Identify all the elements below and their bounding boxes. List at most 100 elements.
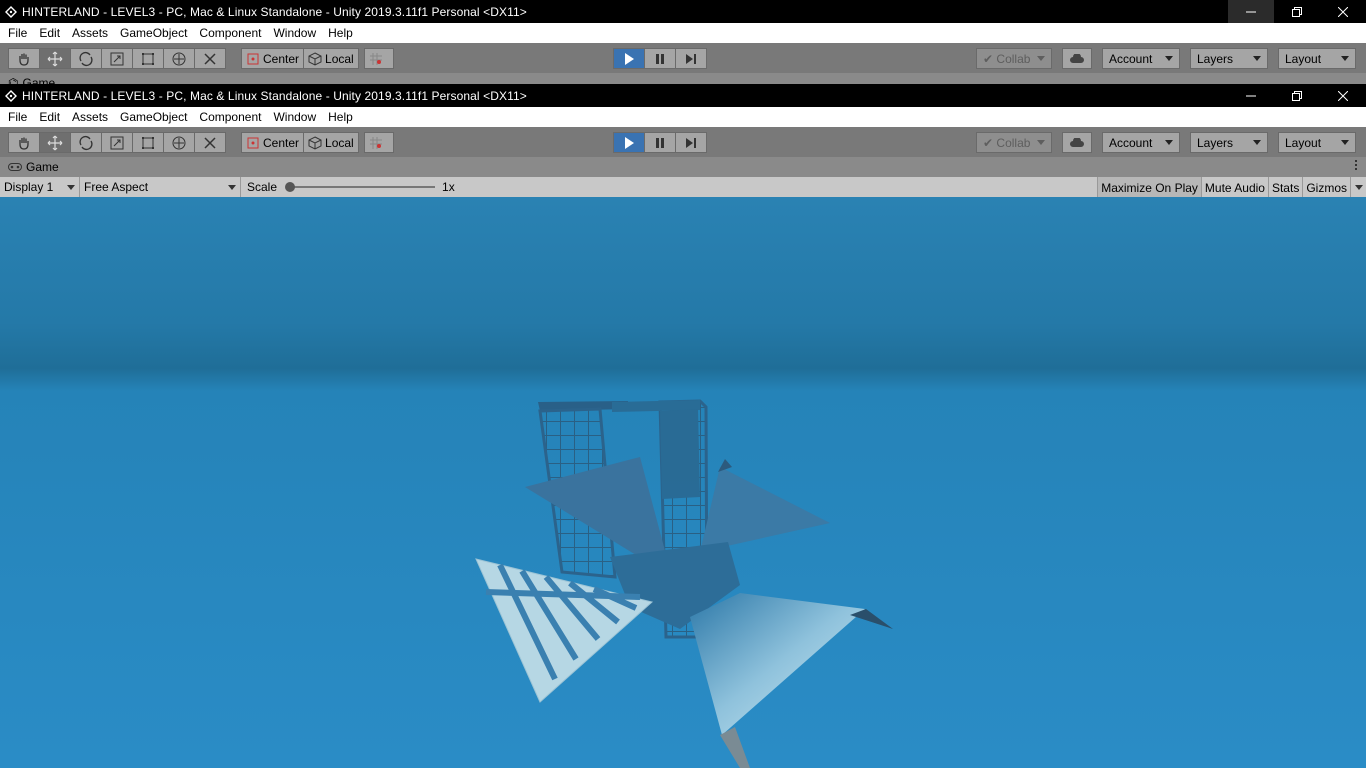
layers-label: Layers: [1197, 51, 1234, 66]
hand-tool-button[interactable]: [8, 132, 40, 153]
game-tab-bar: ⌬ Game: [0, 73, 1366, 84]
stats-toggle[interactable]: Stats: [1267, 177, 1302, 198]
menu-file[interactable]: File: [2, 107, 33, 127]
maximize-on-play-toggle[interactable]: Maximize On Play: [1097, 177, 1201, 198]
transform-icon: [172, 136, 186, 149]
step-button[interactable]: [675, 132, 707, 153]
kebab-menu-icon[interactable]: [1354, 160, 1358, 170]
custom-tool-button[interactable]: [194, 48, 226, 69]
move-tool-button[interactable]: [39, 48, 71, 69]
game-tab-label: Game: [26, 160, 59, 174]
rect-icon: [142, 52, 154, 65]
restore-button[interactable]: [1274, 84, 1320, 107]
menu-edit[interactable]: Edit: [33, 107, 66, 127]
pivot-mode-toggle[interactable]: Center: [241, 48, 305, 69]
account-dropdown[interactable]: Account: [1102, 48, 1180, 69]
pivot-rotation-toggle[interactable]: Local: [303, 132, 359, 153]
main-toolbar: Center Local ✔ Collab Account Layers Lay…: [0, 127, 1366, 157]
rotate-tool-button[interactable]: [70, 48, 102, 69]
gizmos-toggle[interactable]: Gizmos: [1302, 177, 1350, 198]
display-dropdown[interactable]: Display 1: [0, 176, 80, 198]
play-icon: [625, 136, 634, 149]
pivot-mode-toggle[interactable]: Center: [241, 132, 305, 153]
play-button[interactable]: [613, 132, 645, 153]
menu-help[interactable]: Help: [322, 107, 359, 127]
rect-tool-button[interactable]: [132, 132, 164, 153]
layout-label: Layout: [1285, 51, 1322, 66]
rotate-icon: [79, 135, 93, 150]
minimize-button[interactable]: [1228, 0, 1274, 23]
scale-tool-button[interactable]: [101, 48, 133, 69]
transform-tool-button[interactable]: [163, 132, 195, 153]
restore-icon: [1292, 90, 1302, 101]
cloud-button[interactable]: [1062, 132, 1092, 153]
play-button[interactable]: [613, 48, 645, 69]
check-icon: ✔: [983, 135, 994, 150]
aspect-dropdown[interactable]: Free Aspect: [80, 176, 241, 198]
menu-file[interactable]: File: [2, 23, 33, 43]
pause-icon: [656, 137, 664, 148]
game-viewport[interactable]: [0, 197, 1366, 768]
rect-tool-button[interactable]: [132, 48, 164, 69]
window-title: HINTERLAND - LEVEL3 - PC, Mac & Linux St…: [22, 4, 527, 19]
layers-dropdown[interactable]: Layers: [1190, 48, 1268, 69]
scale-slider[interactable]: [285, 182, 436, 192]
menu-help[interactable]: Help: [322, 23, 359, 43]
menu-window[interactable]: Window: [267, 23, 322, 43]
mute-audio-toggle[interactable]: Mute Audio: [1200, 177, 1268, 198]
pivot-rotation-label: Local: [325, 51, 354, 66]
scale-slider-handle[interactable]: [285, 182, 296, 192]
gizmos-dropdown[interactable]: [1350, 177, 1366, 198]
cloud-icon: [1070, 53, 1084, 63]
pause-button[interactable]: [644, 48, 676, 69]
pause-button[interactable]: [644, 132, 676, 153]
menu-component[interactable]: Component: [193, 107, 267, 127]
pivot-rotation-label: Local: [325, 135, 354, 150]
check-icon: ✔: [983, 51, 994, 66]
collab-dropdown[interactable]: ✔ Collab: [976, 48, 1052, 69]
transform-tool-button[interactable]: [163, 48, 195, 69]
menu-bar: File Edit Assets GameObject Component Wi…: [0, 23, 1366, 43]
layout-dropdown[interactable]: Layout: [1278, 132, 1356, 153]
grid-snap-button[interactable]: [363, 132, 394, 153]
menu-gameobject[interactable]: GameObject: [114, 23, 193, 43]
tools-icon: [204, 136, 216, 149]
rotate-tool-button[interactable]: [70, 132, 102, 153]
menu-edit[interactable]: Edit: [33, 23, 66, 43]
restore-button[interactable]: [1274, 0, 1320, 23]
step-button[interactable]: [675, 48, 707, 69]
menu-assets[interactable]: Assets: [66, 23, 114, 43]
menu-window[interactable]: Window: [267, 107, 322, 127]
title-bar[interactable]: HINTERLAND - LEVEL3 - PC, Mac & Linux St…: [0, 0, 1366, 23]
game-view-toolbar: Display 1 Free Aspect Scale 1x Maximize …: [0, 176, 1366, 198]
menu-assets[interactable]: Assets: [66, 107, 114, 127]
editor-window: HINTERLAND - LEVEL3 - PC, Mac & Linux St…: [0, 84, 1366, 768]
minimize-button[interactable]: [1228, 84, 1274, 107]
close-button[interactable]: [1320, 0, 1366, 23]
account-dropdown[interactable]: Account: [1102, 132, 1180, 153]
move-tool-button[interactable]: [39, 132, 71, 153]
scale-tool-button[interactable]: [101, 132, 133, 153]
editor-window-background: HINTERLAND - LEVEL3 - PC, Mac & Linux St…: [0, 0, 1366, 84]
layers-dropdown[interactable]: Layers: [1190, 132, 1268, 153]
menu-gameobject[interactable]: GameObject: [114, 107, 193, 127]
menu-bar: File Edit Assets GameObject Component Wi…: [0, 107, 1366, 127]
menu-component[interactable]: Component: [193, 23, 267, 43]
tab-game[interactable]: ⌬ Game: [0, 73, 63, 84]
collab-dropdown[interactable]: ✔ Collab: [976, 132, 1052, 153]
title-bar[interactable]: HINTERLAND - LEVEL3 - PC, Mac & Linux St…: [0, 84, 1366, 107]
scale-value: 1x: [442, 180, 455, 194]
custom-tool-button[interactable]: [194, 132, 226, 153]
tab-game[interactable]: Game: [0, 157, 67, 177]
hand-tool-button[interactable]: [8, 48, 40, 69]
game-tab-bar: Game: [0, 157, 1366, 177]
close-button[interactable]: [1320, 84, 1366, 107]
grid-snap-button[interactable]: [363, 48, 394, 69]
close-icon: [1338, 90, 1348, 101]
grid-snap-icon: [369, 136, 382, 149]
pivot-mode-label: Center: [263, 135, 300, 150]
layers-label: Layers: [1197, 135, 1234, 150]
layout-dropdown[interactable]: Layout: [1278, 48, 1356, 69]
cloud-button[interactable]: [1062, 48, 1092, 69]
pivot-rotation-toggle[interactable]: Local: [303, 48, 359, 69]
